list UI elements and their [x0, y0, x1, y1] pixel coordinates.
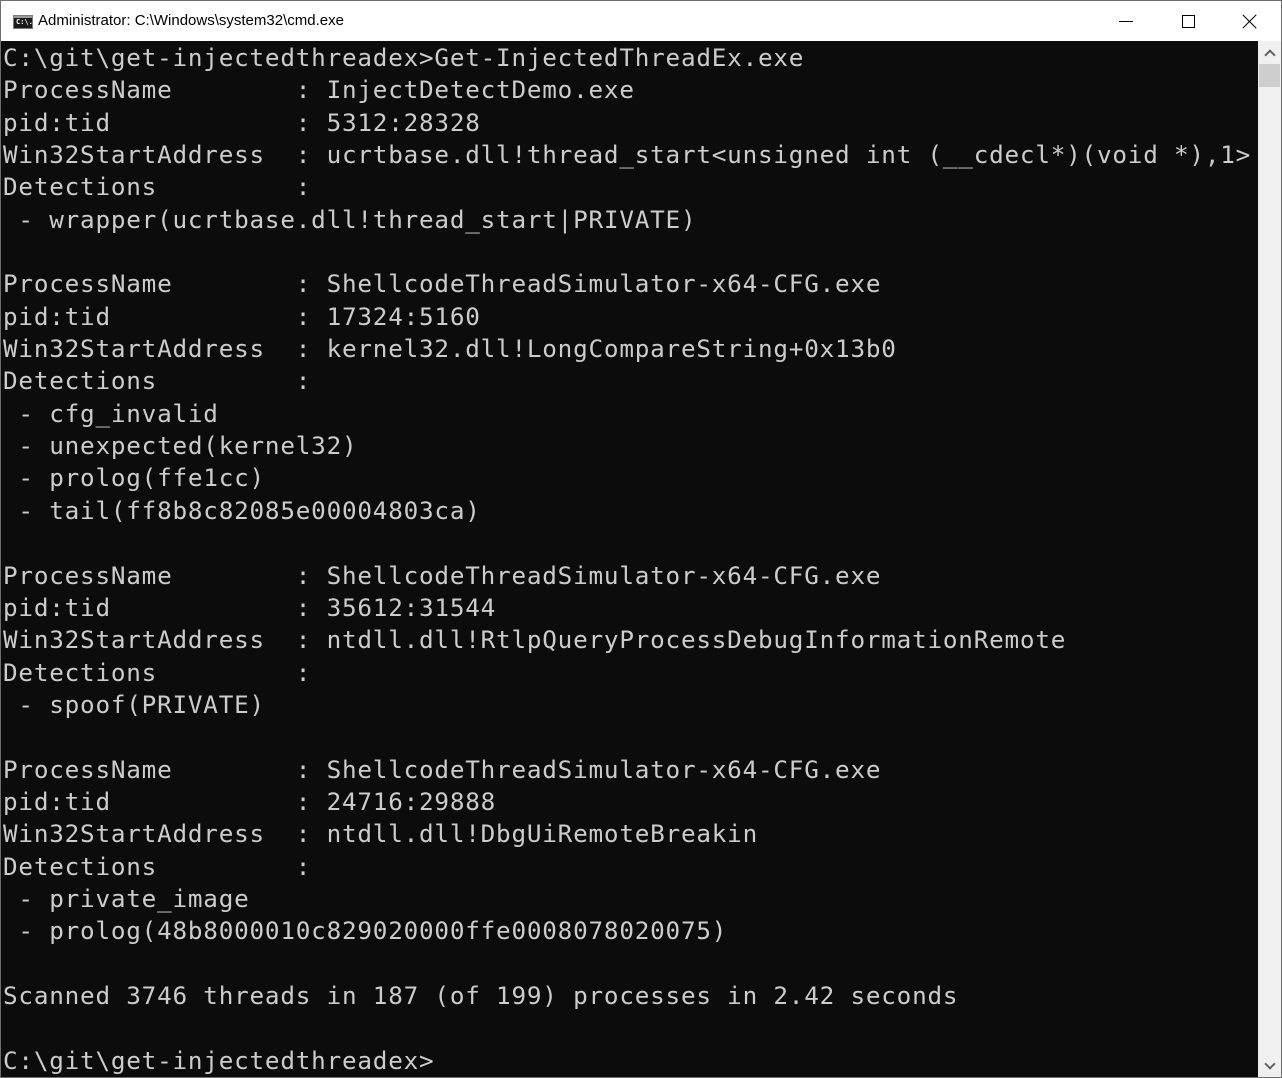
cmd-icon[interactable]: C:\. [13, 15, 33, 29]
console-line: Win32StartAddress : ntdll.dll!DbgUiRemot… [3, 819, 758, 849]
maximize-button[interactable] [1157, 1, 1219, 41]
console-text: C:\git\get-injectedthreadex>Get-Injected… [3, 42, 1251, 1077]
chevron-up-icon [1263, 48, 1276, 61]
scroll-up-button[interactable] [1258, 41, 1281, 64]
console-line: Win32StartAddress : ntdll.dll!RtlpQueryP… [3, 625, 1067, 655]
cmd-window: C:\. Administrator: C:\Windows\system32\… [0, 0, 1282, 1078]
close-icon [1243, 14, 1257, 28]
console-output[interactable]: C:\git\get-injectedthreadex>Get-Injected… [1, 41, 1258, 1077]
console-line: Detections : [3, 366, 312, 396]
console-line: - unexpected(kernel32) [3, 431, 358, 461]
cmd-icon-glyph: C:\. [16, 18, 33, 26]
console-line: Detections : [3, 851, 312, 881]
console-line: Win32StartAddress : ucrtbase.dll!thread_… [3, 140, 1252, 170]
console-line: - tail(ff8b8c82085e00004803ca) [3, 495, 481, 525]
console-line: pid:tid : 35612:31544 [3, 592, 497, 622]
console-line: - wrapper(ucrtbase.dll!thread_start|PRIV… [3, 204, 697, 234]
console-line: C:\git\get-injectedthreadex>Get-Injected… [3, 43, 805, 72]
console-line: ProcessName : ShellcodeThreadSimulator-x… [3, 269, 882, 299]
console-line: - prolog(48b8000010c829020000ffe00080780… [3, 916, 728, 946]
console-line: Win32StartAddress : kernel32.dll!LongCom… [3, 334, 897, 364]
console-line: - private_image [3, 883, 250, 913]
console-line: pid:tid : 17324:5160 [3, 301, 481, 331]
console-line: Scanned 3746 threads in 187 (of 199) pro… [3, 980, 959, 1010]
maximize-icon [1181, 14, 1195, 28]
console-line: - cfg_invalid [3, 398, 219, 428]
console-line: ProcessName : InjectDetectDemo.exe [3, 75, 635, 105]
minimize-button[interactable] [1095, 1, 1157, 41]
console-line: - prolog(ffe1cc) [3, 463, 265, 493]
console-line: pid:tid : 24716:29888 [3, 786, 497, 816]
console-line: pid:tid : 5312:28328 [3, 107, 481, 137]
chevron-down-icon [1263, 1057, 1276, 1070]
console-line: Detections : [3, 172, 312, 202]
vertical-scrollbar[interactable] [1258, 41, 1281, 1077]
window-title: Administrator: C:\Windows\system32\cmd.e… [38, 12, 344, 29]
minimize-icon [1119, 20, 1133, 22]
console-line: ProcessName : ShellcodeThreadSimulator-x… [3, 754, 882, 784]
console-line: Detections : [3, 657, 312, 687]
title-bar[interactable]: C:\. Administrator: C:\Windows\system32\… [1, 1, 1281, 41]
close-button[interactable] [1219, 1, 1281, 41]
console-line: - spoof(PRIVATE) [3, 689, 265, 719]
scroll-thumb[interactable] [1259, 64, 1280, 87]
scroll-down-button[interactable] [1258, 1054, 1281, 1077]
console-line: ProcessName : ShellcodeThreadSimulator-x… [3, 560, 882, 590]
console-line: C:\git\get-injectedthreadex> [3, 1045, 435, 1075]
